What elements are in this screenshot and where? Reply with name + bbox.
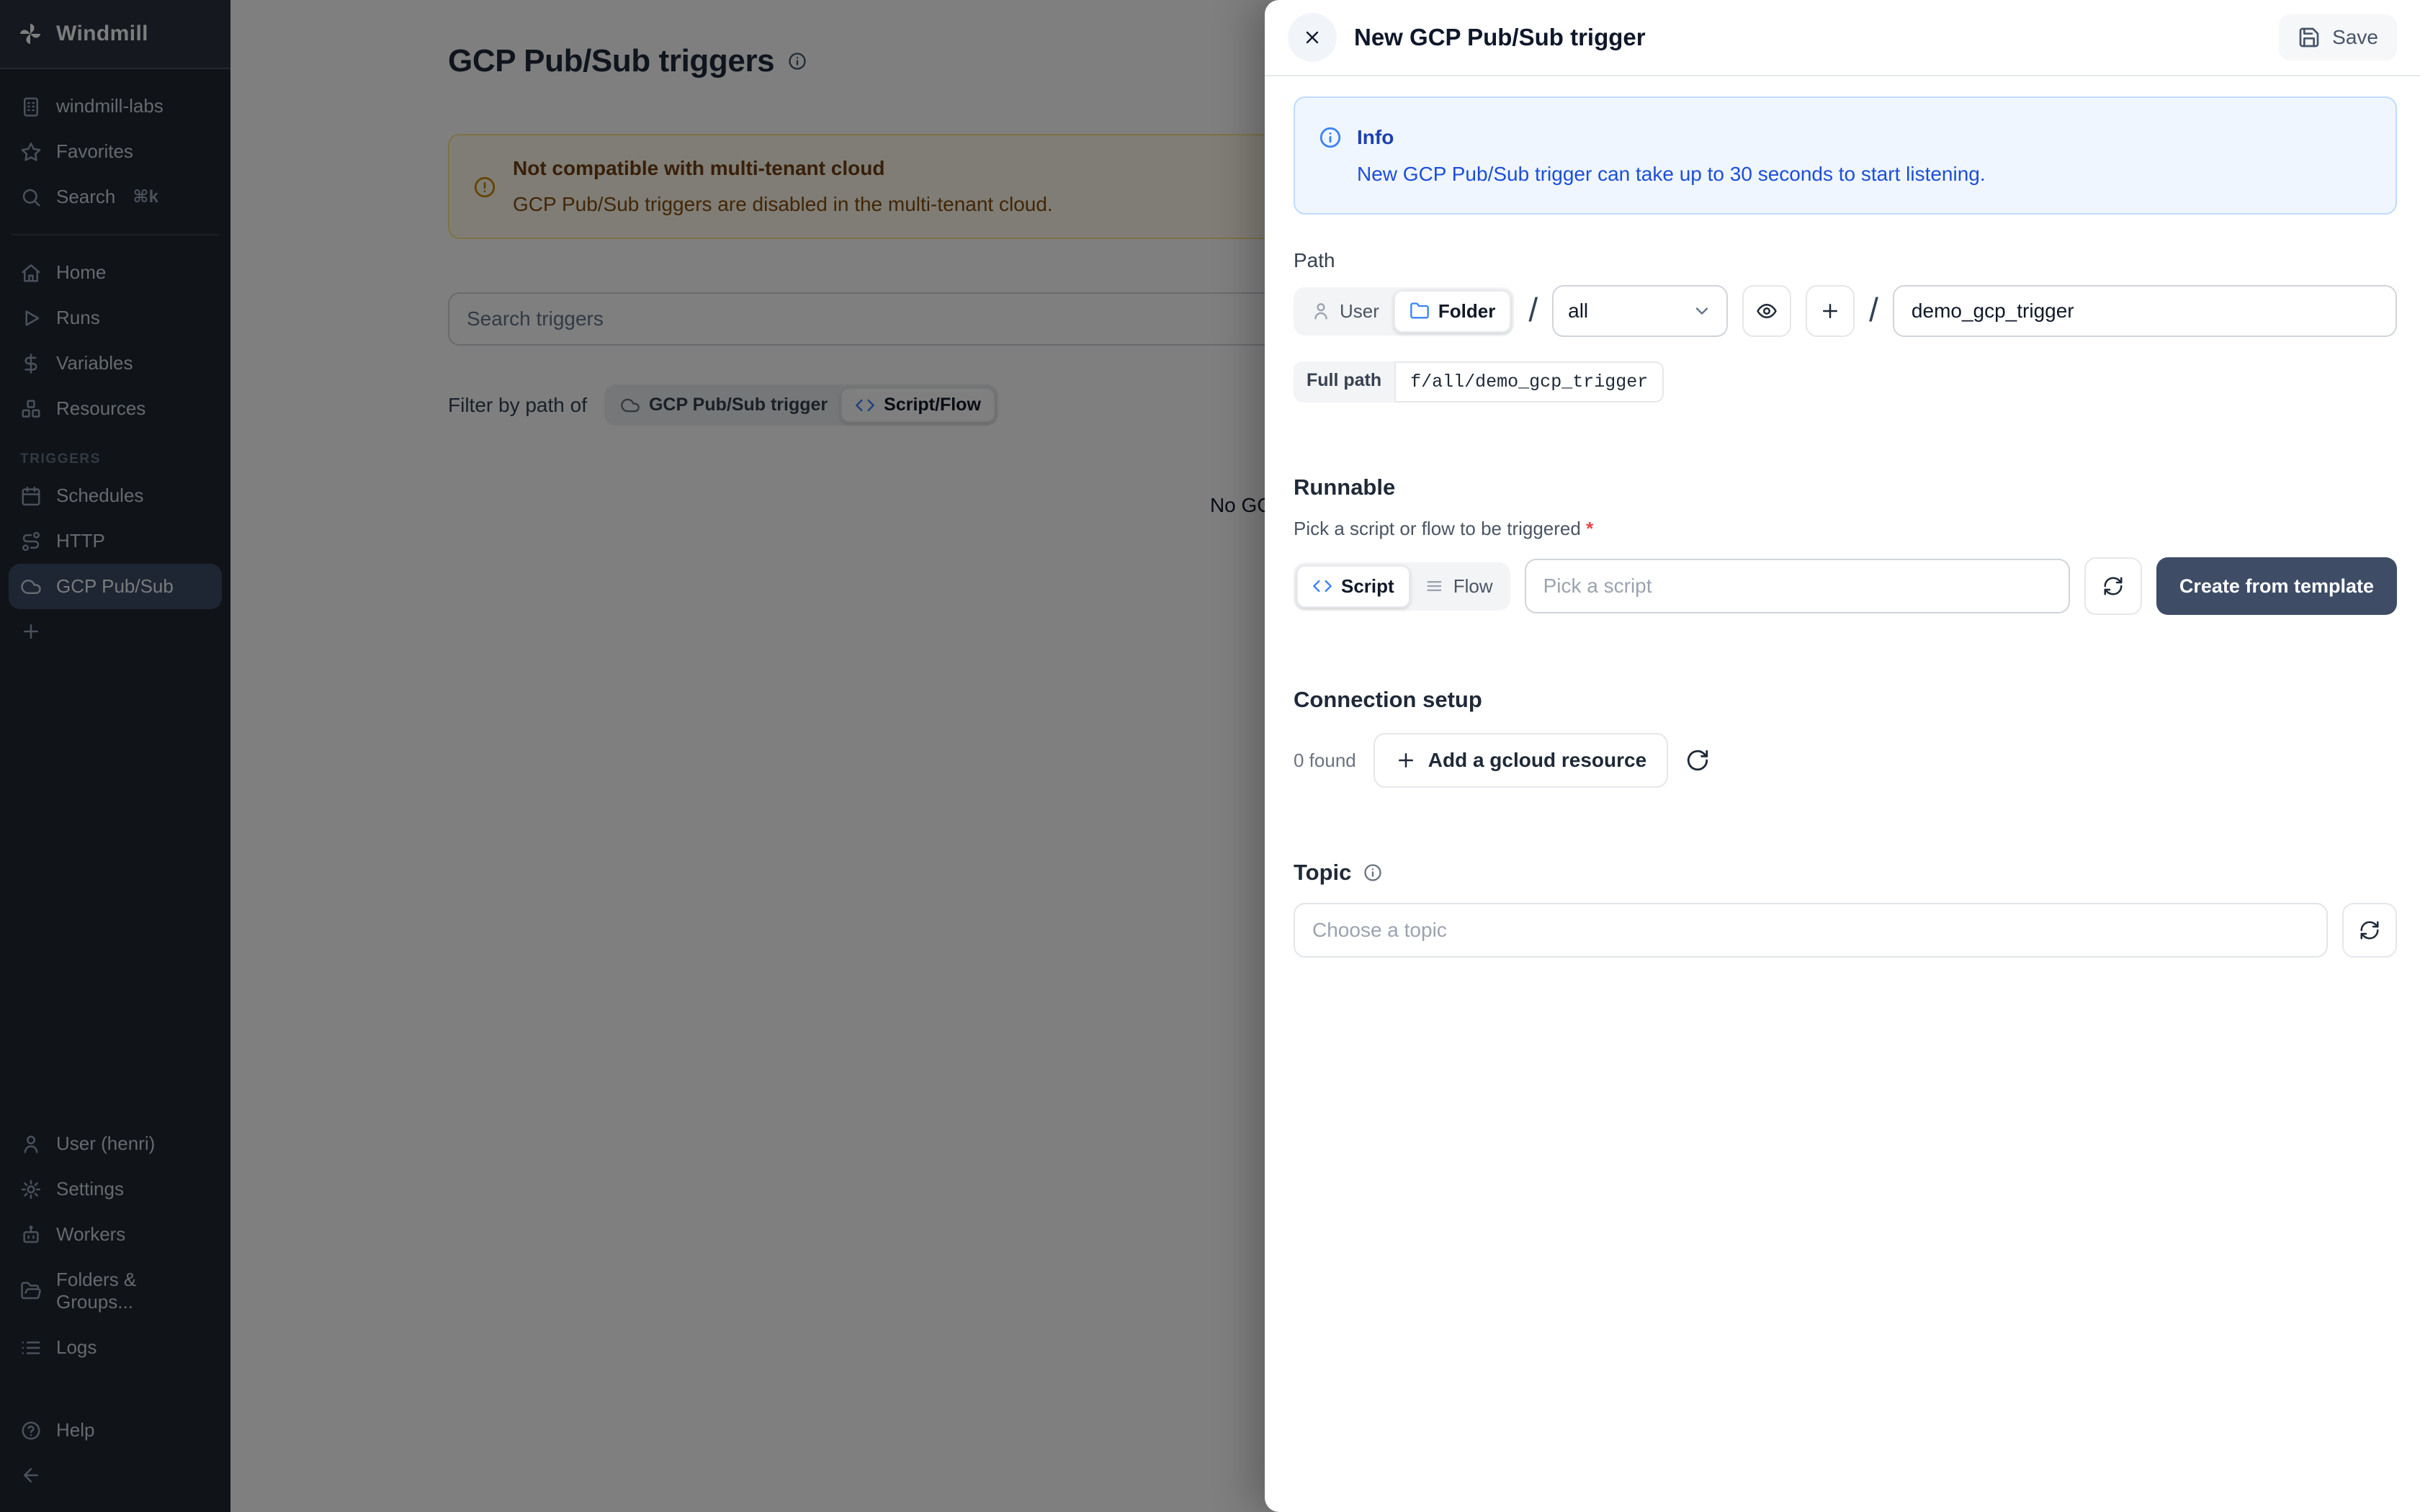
- save-label: Save: [2332, 26, 2378, 49]
- drawer-title: New GCP Pub/Sub trigger: [1354, 24, 1646, 51]
- topic-heading-text: Topic: [1294, 860, 1351, 886]
- kind-option-script-label: Script: [1341, 575, 1394, 598]
- owner-option-user[interactable]: User: [1296, 292, 1394, 331]
- info-banner: Info New GCP Pub/Sub trigger can take up…: [1294, 96, 2397, 215]
- runnable-heading-text: Runnable: [1294, 474, 1395, 500]
- refresh-icon: [1685, 748, 1710, 773]
- drawer-body: Info New GCP Pub/Sub trigger can take up…: [1265, 76, 2420, 958]
- info-banner-head: Info: [1318, 125, 2372, 150]
- full-path-label: Full path: [1294, 361, 1394, 402]
- trigger-name-input[interactable]: [1893, 285, 2397, 337]
- new-trigger-drawer: New GCP Pub/Sub trigger Save Info New GC…: [1265, 0, 2420, 1512]
- user-icon: [1311, 301, 1331, 321]
- path-row: User Folder / all: [1294, 285, 2397, 337]
- drawer-header: New GCP Pub/Sub trigger Save: [1265, 0, 2420, 76]
- folder-icon: [1410, 301, 1430, 321]
- info-icon: [1318, 125, 1343, 150]
- owner-option-folder-label: Folder: [1438, 300, 1495, 323]
- connection-heading-text: Connection setup: [1294, 687, 1482, 713]
- bars-icon: [1425, 576, 1445, 596]
- connection-heading: Connection setup: [1294, 687, 2397, 713]
- owner-toggle-group: User Folder: [1294, 287, 1514, 336]
- chevron-down-icon: [1692, 301, 1712, 321]
- topic-info-icon[interactable]: [1363, 863, 1383, 883]
- info-body: New GCP Pub/Sub trigger can take up to 3…: [1318, 163, 2372, 186]
- runnable-sublabel-text: Pick a script or flow to be triggered: [1294, 518, 1581, 539]
- pick-script-input[interactable]: [1525, 559, 2070, 613]
- code-icon: [1312, 576, 1332, 596]
- app-window: Windmill windmill-labs Favorites Search: [0, 0, 2420, 1512]
- kind-option-flow-label: Flow: [1453, 575, 1493, 598]
- eye-icon: [1756, 300, 1778, 322]
- close-drawer-button[interactable]: [1288, 13, 1337, 62]
- save-icon: [2298, 26, 2321, 49]
- folder-select-value: all: [1568, 300, 1588, 323]
- path-label: Path: [1294, 249, 2397, 272]
- add-gcloud-resource-label: Add a gcloud resource: [1428, 749, 1646, 772]
- refresh-icon: [2359, 919, 2380, 941]
- required-mark: *: [1586, 518, 1593, 539]
- topic-row: [1294, 903, 2397, 958]
- kind-option-script[interactable]: Script: [1296, 565, 1410, 608]
- plus-icon: [1819, 300, 1841, 322]
- create-from-template-button[interactable]: Create from template: [2156, 557, 2397, 615]
- full-path-value: f/all/demo_gcp_trigger: [1394, 361, 1664, 402]
- kind-option-flow[interactable]: Flow: [1410, 567, 1507, 606]
- connection-row: 0 found Add a gcloud resource: [1294, 733, 2397, 788]
- close-icon: [1302, 27, 1322, 48]
- refresh-topics-button[interactable]: [2342, 903, 2397, 958]
- resources-found-count: 0 found: [1294, 750, 1356, 772]
- kind-toggle-group: Script Flow: [1294, 562, 1510, 611]
- owner-option-folder[interactable]: Folder: [1394, 290, 1511, 333]
- refresh-resources-button[interactable]: [1685, 748, 1710, 773]
- add-folder-button[interactable]: [1806, 285, 1855, 337]
- folder-select[interactable]: all: [1552, 285, 1728, 337]
- path-separator: /: [1528, 290, 1538, 329]
- add-gcloud-resource-button[interactable]: Add a gcloud resource: [1373, 733, 1668, 788]
- runnable-sublabel: Pick a script or flow to be triggered *: [1294, 518, 2397, 540]
- path-separator: /: [1869, 290, 1878, 329]
- save-button[interactable]: Save: [2279, 14, 2397, 60]
- info-title: Info: [1357, 126, 1394, 149]
- full-path-display: Full path f/all/demo_gcp_trigger: [1294, 361, 1664, 402]
- choose-topic-input[interactable]: [1294, 903, 2328, 958]
- runnable-heading: Runnable: [1294, 474, 2397, 500]
- plus-icon: [1395, 750, 1417, 771]
- view-folder-button[interactable]: [1742, 285, 1791, 337]
- topic-heading: Topic: [1294, 860, 2397, 886]
- refresh-scripts-button[interactable]: [2084, 557, 2142, 615]
- refresh-icon: [2102, 575, 2124, 597]
- runnable-row: Script Flow Create from template: [1294, 557, 2397, 615]
- owner-option-user-label: User: [1340, 300, 1379, 323]
